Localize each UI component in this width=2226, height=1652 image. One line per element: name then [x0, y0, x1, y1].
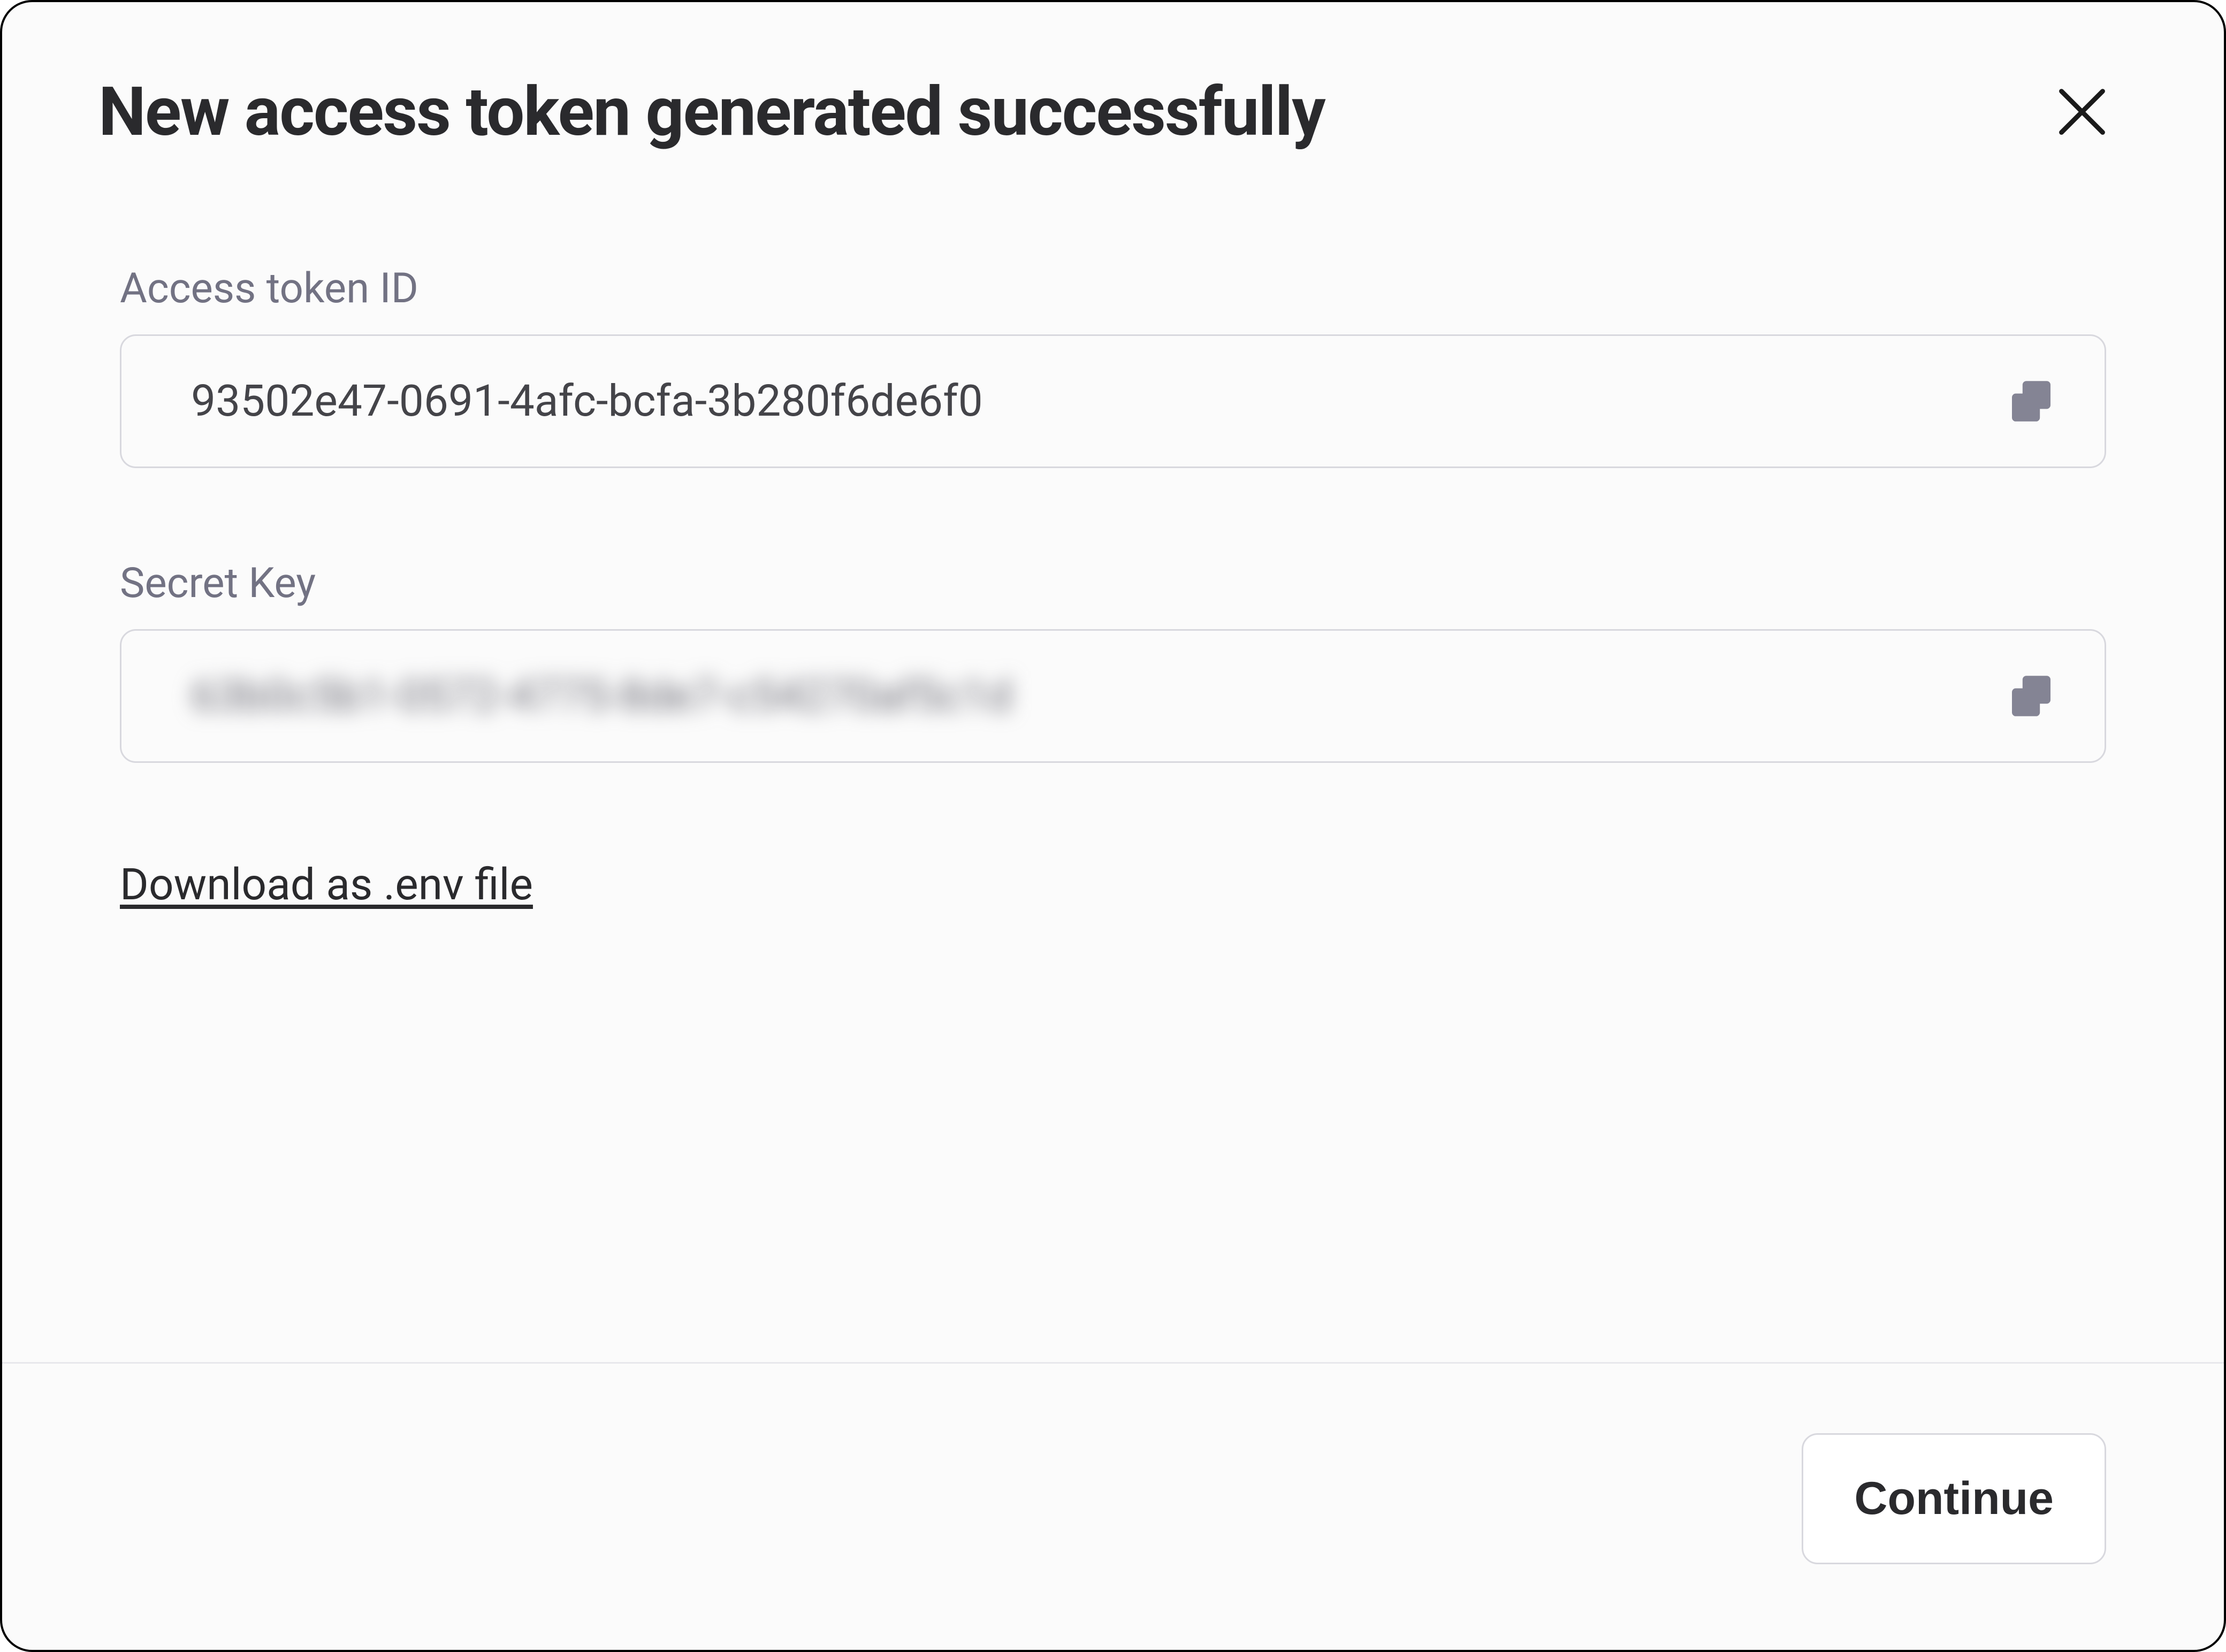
copy-icon [2007, 377, 2055, 425]
modal-header: New access token generated successfully [2, 2, 2224, 173]
close-icon [2053, 82, 2111, 141]
secret-key-box: 63b0c5b1-0572-4775-8de7-c54270af5c1d [120, 629, 2106, 763]
modal-body: Access token ID 93502e47-0691-4afc-bcfa-… [2, 173, 2224, 1362]
access-token-id-value: 93502e47-0691-4afc-bcfa-3b280f6de6f0 [191, 376, 983, 427]
modal-footer: Continue [2, 1362, 2224, 1650]
copy-icon [2007, 672, 2055, 720]
download-env-link[interactable]: Download as .env file [120, 859, 533, 911]
close-button[interactable] [2042, 72, 2122, 152]
secret-key-label: Secret Key [120, 559, 2106, 608]
access-token-id-field: Access token ID 93502e47-0691-4afc-bcfa-… [120, 264, 2106, 468]
access-token-id-label: Access token ID [120, 264, 2106, 313]
secret-key-value: 63b0c5b1-0572-4775-8de7-c54270af5c1d [191, 670, 1012, 722]
access-token-id-box: 93502e47-0691-4afc-bcfa-3b280f6de6f0 [120, 334, 2106, 468]
access-token-modal: New access token generated successfully … [0, 0, 2226, 1652]
copy-access-token-id-button[interactable] [2001, 371, 2062, 432]
secret-key-field: Secret Key 63b0c5b1-0572-4775-8de7-c5427… [120, 559, 2106, 763]
continue-button[interactable]: Continue [1802, 1433, 2106, 1564]
copy-secret-key-button[interactable] [2001, 666, 2062, 726]
modal-title: New access token generated successfully [98, 72, 1325, 151]
